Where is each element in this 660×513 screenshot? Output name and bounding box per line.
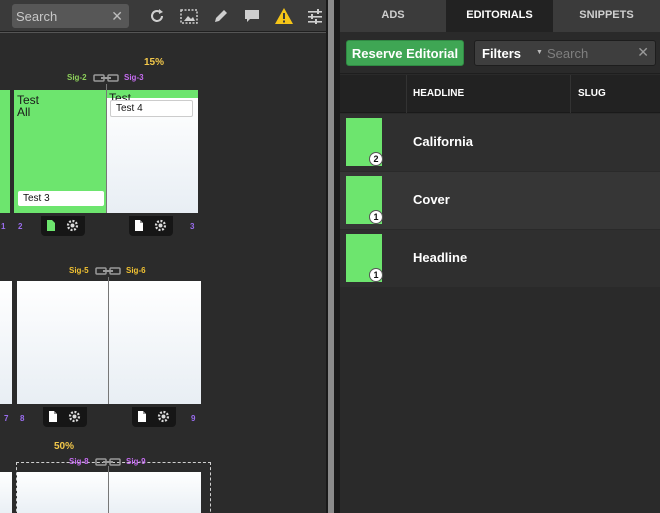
spread-1-sig-left: Sig-2 [67,73,87,82]
page-3-controls [129,216,173,236]
usage-count-badge: 1 [369,268,383,282]
flatplan-toolbar: ✕ [0,0,326,32]
page-number: 7 [4,414,9,423]
link-icon[interactable] [93,74,119,82]
search-clear-icon[interactable]: ✕ [111,7,123,25]
caret-down-icon[interactable]: ▼ [536,49,543,56]
spread-1-sig-right: Sig-3 [124,73,144,82]
document-icon[interactable] [49,411,57,422]
warning-icon[interactable] [274,6,294,26]
usage-count-badge: 2 [369,152,383,166]
editorial-search-input[interactable] [547,44,637,62]
spread-2-sig-left: Sig-5 [69,266,89,275]
page-number: 2 [18,222,23,231]
toolbar-divider [0,32,326,33]
filter-bar: Filters ▼ ✕ [474,40,656,66]
tab-snippets[interactable]: SNIPPETS [553,0,660,32]
pane-splitter[interactable] [326,0,340,513]
spread-2-spine [108,277,109,404]
page-2-label: Test 3 [18,191,104,206]
search-clear-icon[interactable]: ✕ [637,44,649,61]
document-icon[interactable] [47,220,55,231]
page-number: 8 [20,414,25,423]
flatplan-search-input[interactable] [16,7,106,25]
page-8-controls [43,407,87,427]
document-icon[interactable] [135,220,143,231]
spread-1-spine [106,84,107,213]
gear-icon[interactable] [154,219,167,232]
panel-actions: Reserve Editorial Filters ▼ ✕ [340,32,660,74]
content-panel: ADS EDITORIALS SNIPPETS Reserve Editoria… [340,0,660,513]
tab-editorials[interactable]: EDITORIALS [446,0,553,32]
page-number: 9 [191,414,196,423]
page-8[interactable] [17,281,108,404]
page-2-title: Test All [17,93,40,119]
page-number: 1 [1,222,6,231]
spread-3-percent: 50% [54,441,75,452]
table-row[interactable]: 1 Headline [340,230,660,287]
reserve-editorial-button[interactable]: Reserve Editorial [346,40,464,66]
link-icon[interactable] [95,267,121,275]
page-12[interactable] [109,472,201,513]
page-number: 3 [190,222,195,231]
column-header-headline[interactable]: HEADLINE [413,88,464,99]
page-2-controls [41,216,85,236]
table-row[interactable]: 2 California [340,114,660,171]
spread-3-sig-left: Sig-8 [69,457,89,466]
splitter-handle[interactable] [328,0,334,513]
row-headline: Headline [413,250,468,265]
gear-icon[interactable] [66,219,79,232]
tab-ads[interactable]: ADS [340,0,446,32]
link-icon[interactable] [95,458,121,466]
pencil-icon[interactable] [211,6,231,26]
app-root: ✕ [0,0,660,513]
panel-tabs: ADS EDITORIALS SNIPPETS [340,0,660,32]
page-partial-left[interactable] [0,472,12,513]
image-select-icon[interactable] [179,6,199,26]
column-separator [570,75,571,113]
usage-count-badge: 1 [369,210,383,224]
column-header-slug[interactable]: SLUG [578,88,606,99]
page-3-label: Test 4 [110,100,193,117]
spread-1-percent: 15% [144,57,165,68]
document-icon[interactable] [138,411,146,422]
page-partial-left[interactable] [0,90,10,213]
page-2[interactable]: Test All Test 3 [14,90,106,213]
spread-3-spine [108,466,109,513]
spread-3-sig-right: Sig-9 [126,457,146,466]
row-headline: Cover [413,192,450,207]
flatplan-pane: ✕ [0,0,326,513]
page-9[interactable] [109,281,201,404]
spread-2-sig-right: Sig-6 [126,266,146,275]
refresh-icon[interactable] [147,6,167,26]
sliders-icon[interactable] [305,6,325,26]
flatplan-search: ✕ [12,4,129,28]
gear-icon[interactable] [157,410,170,423]
page-11[interactable] [17,472,108,513]
editorial-table-header: HEADLINE SLUG [340,75,660,113]
comment-icon[interactable] [242,6,262,26]
table-row[interactable]: 1 Cover [340,172,660,229]
gear-icon[interactable] [68,410,81,423]
column-separator [406,75,407,113]
filters-dropdown[interactable]: Filters [482,46,521,61]
page-3[interactable]: Test Test 4 [107,90,198,213]
row-headline: California [413,134,473,149]
page-9-controls [132,407,176,427]
page-partial-left[interactable] [0,281,12,404]
